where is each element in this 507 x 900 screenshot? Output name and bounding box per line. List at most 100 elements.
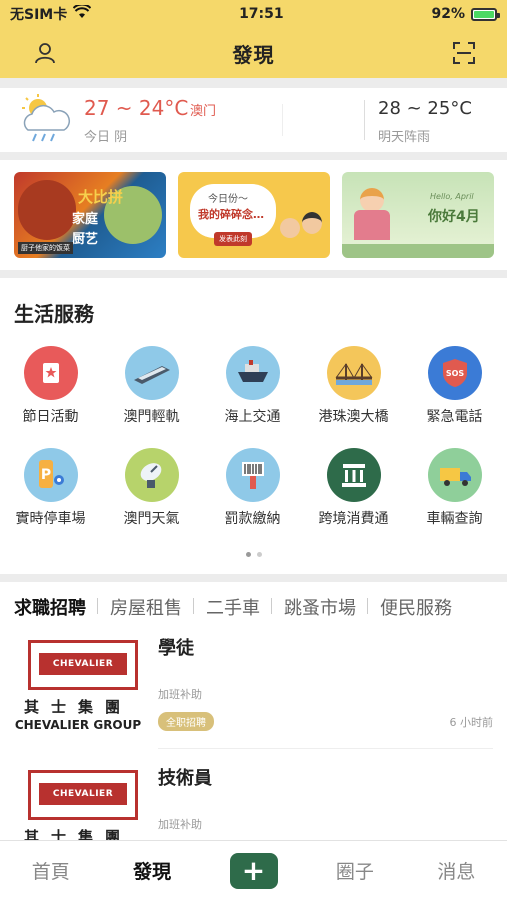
banner-april[interactable]: Hello, April 你好4月: [342, 172, 494, 258]
service-label: 實時停車場: [15, 511, 86, 527]
battery-percent: 92%: [431, 6, 465, 22]
service-item[interactable]: 罰款繳納: [202, 448, 303, 528]
status-bar: 无SIM卡 17:51 92%: [0, 0, 507, 28]
service-label: 海上交通: [224, 409, 281, 425]
service-label: 澳門輕軌: [123, 409, 180, 425]
page-title: 發現: [232, 42, 275, 67]
service-item[interactable]: SOS 緊急電話: [404, 346, 505, 426]
banner-diary[interactable]: 今日份～ 我的碎碎念… 发表此刻: [178, 172, 330, 258]
scan-icon[interactable]: [449, 38, 479, 68]
tab-home[interactable]: 首頁: [0, 857, 101, 884]
banner-text: 你好4月: [428, 209, 480, 225]
classifieds-section: 求職招聘 房屋租售 二手車 跳蚤市場 便民服務 CHEVALIER 其士集團 C…: [0, 582, 507, 840]
service-label: 跨境消費通: [318, 511, 389, 527]
job-title: 技術員: [158, 768, 212, 789]
court-icon: [326, 448, 381, 502]
service-label: 罰款繳納: [224, 511, 281, 527]
service-label: 節日活動: [22, 409, 79, 425]
service-item[interactable]: 跨境消費通: [303, 448, 404, 528]
add-post-button[interactable]: +: [229, 852, 278, 889]
banner-text: Hello, April: [430, 192, 474, 201]
sos-icon: SOS: [427, 346, 482, 400]
light-rail-icon: [124, 346, 179, 400]
wifi-icon: [73, 3, 92, 23]
service-label: 緊急電話: [426, 409, 483, 425]
page-indicator: [0, 552, 507, 557]
satellite-icon: [124, 448, 179, 502]
tab-messages[interactable]: 消息: [406, 857, 507, 884]
truck-icon: [427, 448, 482, 502]
service-item[interactable]: 節日活動: [0, 346, 101, 426]
post-tab: +: [203, 852, 304, 889]
girl-illustration: [354, 210, 390, 240]
logo-chinese-name: 其士集團: [23, 828, 132, 840]
company-logo: CHEVALIER 其士集團 CHEVALIER GROUP: [14, 634, 142, 736]
service-item[interactable]: 港珠澳大橋: [303, 346, 404, 426]
profile-icon[interactable]: [30, 38, 60, 68]
service-label: 港珠澳大橋: [318, 409, 389, 425]
food-image: [18, 180, 76, 240]
logo-frame: CHEVALIER: [28, 770, 138, 820]
logo-text: CHEVALIER: [39, 783, 127, 805]
divider: [158, 748, 493, 749]
festival-icon: [23, 346, 78, 400]
barcode-scanner-icon: [225, 448, 280, 502]
tab-jobs[interactable]: 求職招聘: [14, 594, 98, 620]
tab-used-cars[interactable]: 二手車: [206, 594, 272, 620]
job-listing[interactable]: CHEVALIER 其士集團 CHEVALIER GROUP 學徒 加班补助 全…: [0, 632, 507, 748]
job-type-badge: 全职招聘: [158, 712, 214, 731]
job-perk: 加班补助: [158, 688, 202, 701]
service-item[interactable]: 澳門天氣: [101, 448, 202, 528]
service-item[interactable]: 海上交通: [202, 346, 303, 426]
company-logo: CHEVALIER 其士集團: [14, 764, 142, 840]
service-item[interactable]: P 實時停車場: [0, 448, 101, 528]
banner-cooking-contest[interactable]: 大比拼 家庭 厨艺 厨子他家的饭菜: [14, 172, 166, 258]
divider: [364, 100, 365, 140]
logo-frame: CHEVALIER: [28, 640, 138, 690]
post-time: 6 小时前: [449, 716, 494, 729]
clock: 17:51: [239, 6, 284, 22]
service-label: 澳門天氣: [123, 511, 180, 527]
bridge-icon: [326, 346, 381, 400]
job-perk: 加班补助: [158, 818, 202, 831]
weather-card[interactable]: 27 ~ 24°C 澳门 今日 阴 28 ~ 25°C 明天阵雨: [0, 88, 507, 152]
character-face: [302, 212, 322, 234]
banner-carousel: 大比拼 家庭 厨艺 厨子他家的饭菜 今日份～ 我的碎碎念… 发表此刻 Hello…: [0, 160, 507, 270]
tomorrow-condition: 明天阵雨: [378, 130, 431, 145]
page-dot-active: [245, 552, 251, 557]
city-label: 澳门: [190, 104, 217, 119]
banner-text: 家庭: [72, 212, 99, 227]
service-label: 車輛查詢: [426, 511, 483, 527]
girl-illustration: [360, 188, 384, 212]
category-tabs: 求職招聘 房屋租售 二手車 跳蚤市場 便民服務: [0, 582, 507, 632]
tab-circle[interactable]: 圈子: [304, 857, 405, 884]
job-listing[interactable]: CHEVALIER 其士集團 技術員 加班补助: [0, 760, 507, 840]
divider: [282, 104, 283, 136]
character-face: [280, 218, 300, 238]
today-condition: 今日 阴: [84, 130, 128, 145]
tab-flea-market[interactable]: 跳蚤市場: [284, 594, 368, 620]
parking-icon: P: [23, 448, 78, 502]
svg-text:SOS: SOS: [445, 369, 464, 378]
life-services-section: 生活服務 節日活動 澳門輕軌 海上交通 港珠澳大橋 SOS 緊急電話 P 實時停車場 澳門天氣 罰…: [0, 278, 507, 574]
today-temperature: 27 ~ 24°C: [84, 96, 189, 120]
logo-chinese-name: 其士集團: [23, 698, 132, 716]
battery-icon: [470, 7, 500, 21]
banner-text: 今日份～: [208, 194, 248, 205]
logo-text: CHEVALIER: [39, 653, 127, 675]
banner-tag: 厨子他家的饭菜: [18, 242, 73, 254]
tab-housing[interactable]: 房屋租售: [110, 594, 194, 620]
tomorrow-temperature: 28 ~ 25°C: [378, 98, 472, 119]
tab-services[interactable]: 便民服務: [380, 594, 464, 620]
service-item[interactable]: 澳門輕軌: [101, 346, 202, 426]
service-item[interactable]: 車輛查詢: [404, 448, 505, 528]
job-title: 學徒: [158, 638, 194, 659]
cloudy-rain-icon: [18, 92, 72, 152]
carrier-label: 无SIM卡: [10, 7, 68, 23]
tab-discover[interactable]: 發現: [101, 857, 202, 884]
nav-bar: 發現: [0, 28, 507, 78]
post-button: 发表此刻: [214, 232, 252, 246]
banner-text: 厨艺: [72, 232, 99, 247]
svg-text:P: P: [40, 467, 50, 483]
grass: [342, 244, 494, 258]
